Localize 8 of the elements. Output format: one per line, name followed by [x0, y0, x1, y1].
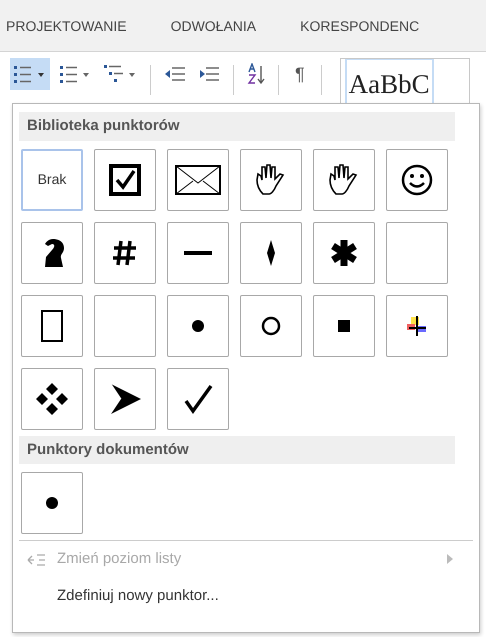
ribbon-tab[interactable]: KORESPONDENC [300, 16, 420, 51]
menu-item[interactable]: Zdefiniuj nowy punktor... [19, 578, 473, 615]
ribbon-tab[interactable]: ODWOŁANIA [170, 16, 256, 51]
bullet-option[interactable]: Brak [21, 148, 83, 210]
section-header: Biblioteka punktorów [19, 112, 455, 140]
pilcrow-button[interactable]: ¶ [289, 58, 311, 90]
ribbon-tab[interactable]: PROJEKTOWANIE [6, 16, 127, 51]
section-header: Punktory dokumentów [19, 436, 455, 464]
